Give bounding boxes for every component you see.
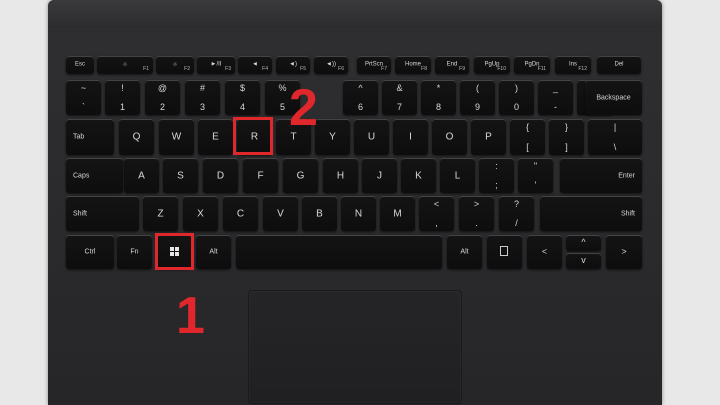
minus-key[interactable]: _ - xyxy=(538,80,573,115)
ctrl-key[interactable]: Ctrl xyxy=(66,235,114,269)
key-i[interactable]: I xyxy=(393,119,428,155)
f5-key[interactable]: ◄) F5 xyxy=(276,56,310,74)
key-a[interactable]: A xyxy=(124,158,159,193)
slash-key[interactable]: ? / xyxy=(499,196,534,231)
key-9[interactable]: (9 xyxy=(460,80,495,115)
menu-key[interactable] xyxy=(487,235,522,269)
key-7[interactable]: & 7 xyxy=(382,80,417,115)
key-n[interactable]: N xyxy=(341,196,376,231)
key-w[interactable]: W xyxy=(159,119,194,155)
key-4[interactable]: $4 xyxy=(225,80,260,115)
touchpad[interactable] xyxy=(248,290,462,404)
highlight-windows-key xyxy=(155,233,194,270)
key-m[interactable]: M xyxy=(380,196,415,231)
f4-key[interactable]: ◄ F4 xyxy=(238,56,272,74)
fn-key[interactable]: Fn xyxy=(117,235,152,269)
down-arrow-icon: v xyxy=(581,255,586,265)
step-number-1: 1 xyxy=(176,287,205,345)
key-g[interactable]: G xyxy=(283,158,318,193)
comma-key[interactable]: <, xyxy=(419,196,454,231)
left-shift-key[interactable]: Shift xyxy=(66,196,139,231)
backslash-key[interactable]: | \ xyxy=(588,119,642,155)
right-arrow-key[interactable]: > xyxy=(606,235,642,269)
f10-pgup-key[interactable]: PgUp F10 xyxy=(474,56,510,74)
key-0[interactable]: ) 0 xyxy=(499,80,534,115)
right-alt-key[interactable]: Alt xyxy=(447,235,482,269)
key-2[interactable]: @2 xyxy=(145,80,180,115)
key-3[interactable]: #3 xyxy=(185,80,220,115)
key-b[interactable]: B xyxy=(302,196,337,231)
highlight-r-key xyxy=(233,117,273,155)
spacebar-key[interactable] xyxy=(236,235,442,269)
key-s[interactable]: S xyxy=(163,158,198,193)
key-q[interactable]: Q xyxy=(119,119,154,155)
backtick-key[interactable]: ~ ` xyxy=(66,80,101,115)
key-6[interactable]: ^ 6 xyxy=(343,80,378,115)
left-bracket-key[interactable]: {[ xyxy=(510,119,545,155)
quote-key[interactable]: " ' xyxy=(518,158,553,193)
key-k[interactable]: K xyxy=(401,158,436,193)
up-arrow-key[interactable]: ^ xyxy=(566,235,601,251)
tab-key[interactable]: Tab xyxy=(66,119,114,155)
key-d[interactable]: D xyxy=(203,158,238,193)
key-h[interactable]: H xyxy=(323,158,358,193)
f8-home-key[interactable]: Home F8 xyxy=(395,56,431,74)
key-z[interactable]: Z xyxy=(143,196,178,231)
key-u[interactable]: U xyxy=(354,119,389,155)
del-key[interactable]: Del xyxy=(597,56,641,74)
right-shift-key[interactable]: Shift xyxy=(540,196,642,231)
left-arrow-icon: < xyxy=(541,246,548,257)
key-x[interactable]: X xyxy=(183,196,218,231)
caps-lock-key[interactable]: Caps xyxy=(66,158,123,193)
key-l[interactable]: L xyxy=(440,158,475,193)
key-v[interactable]: V xyxy=(263,196,298,231)
key-8[interactable]: * 8 xyxy=(421,80,456,115)
f12-ins-key[interactable]: Ins F12 xyxy=(555,56,591,74)
key-j[interactable]: J xyxy=(362,158,397,193)
f1-key[interactable]: ☼ F1 xyxy=(97,56,153,74)
down-arrow-key[interactable]: v xyxy=(566,253,601,269)
f9-end-key[interactable]: End F9 xyxy=(435,56,469,74)
semicolon-key[interactable]: :; xyxy=(479,158,514,193)
f7-prtscn-key[interactable]: PrtScn F7 xyxy=(357,56,391,74)
key-p[interactable]: P xyxy=(471,119,506,155)
left-arrow-key[interactable]: < xyxy=(527,235,562,269)
key-y[interactable]: Y xyxy=(315,119,350,155)
up-arrow-icon: ^ xyxy=(581,237,586,247)
key-o[interactable]: O xyxy=(432,119,467,155)
context-menu-icon xyxy=(500,246,508,256)
f3-key[interactable]: ►/II F3 xyxy=(197,56,235,74)
key-e[interactable]: E xyxy=(198,119,233,155)
esc-key[interactable]: Esc xyxy=(66,56,94,74)
keyboard-hinge-strip xyxy=(48,0,662,28)
period-key[interactable]: >. xyxy=(459,196,494,231)
f6-key[interactable]: ◄)) F6 xyxy=(314,56,348,74)
step-number-2: 2 xyxy=(289,79,318,137)
key-f[interactable]: F xyxy=(243,158,278,193)
right-bracket-key[interactable]: }] xyxy=(549,119,584,155)
right-arrow-icon: > xyxy=(621,246,627,257)
f2-key[interactable]: ☼ F2 xyxy=(156,56,194,74)
enter-key[interactable]: Enter xyxy=(560,158,642,193)
key-1[interactable]: ! 1 xyxy=(105,80,140,115)
backspace-key[interactable]: Backspace xyxy=(585,80,642,115)
key-c[interactable]: C xyxy=(223,196,258,231)
left-alt-key[interactable]: Alt xyxy=(196,235,231,269)
f11-pgdn-key[interactable]: PgDn F11 xyxy=(514,56,550,74)
